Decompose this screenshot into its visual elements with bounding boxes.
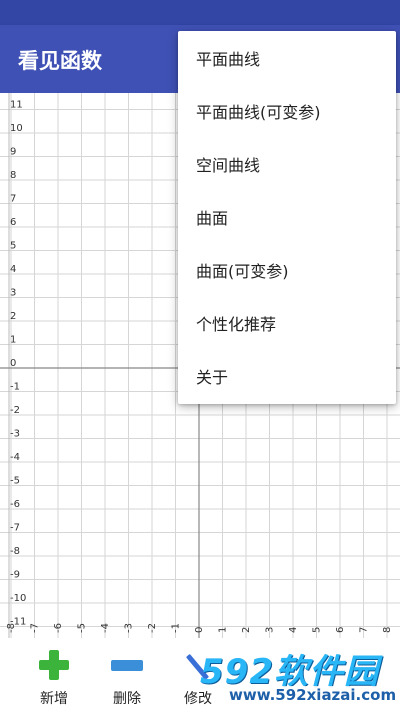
menu-item-surface[interactable]: 曲面	[178, 192, 396, 245]
add-label: 新增	[40, 691, 68, 707]
y-tick-label: -8	[10, 546, 20, 557]
watermark: 592软件园 www.592xiazai.com	[192, 640, 400, 711]
y-tick-label: 3	[10, 288, 16, 299]
menu-item-recommend[interactable]: 个性化推荐	[178, 298, 396, 351]
x-tick-label: 7	[359, 627, 370, 633]
menu-item-surface-param[interactable]: 曲面(可变参)	[178, 245, 396, 298]
x-tick-label: -8	[6, 623, 17, 633]
y-tick-label: 1	[10, 335, 16, 346]
plus-icon	[37, 650, 71, 680]
overflow-menu: 平面曲线 平面曲线(可变参) 空间曲线 曲面 曲面(可变参) 个性化推荐 关于	[178, 31, 396, 404]
y-tick-label: -4	[10, 452, 20, 463]
menu-item-about[interactable]: 关于	[178, 351, 396, 404]
y-tick-label: -6	[10, 499, 20, 510]
y-tick-label: 11	[10, 100, 23, 111]
y-tick-label: 0	[10, 358, 16, 369]
y-tick-label: -10	[10, 593, 26, 604]
y-tick-label: 2	[10, 311, 16, 322]
x-tick-label: 6	[335, 627, 346, 633]
y-tick-label: -2	[10, 405, 20, 416]
menu-item-plane-curve[interactable]: 平面曲线	[178, 33, 396, 86]
x-tick-label: 2	[241, 627, 252, 633]
delete-label: 删除	[113, 691, 141, 707]
y-tick-label: -1	[10, 382, 20, 393]
x-tick-label: -5	[77, 623, 88, 633]
y-tick-label: 7	[10, 194, 16, 205]
y-tick-label: 5	[10, 241, 16, 252]
x-tick-label: 8	[382, 627, 393, 633]
y-tick-label: -7	[10, 523, 20, 534]
add-button[interactable]: 新增	[24, 650, 84, 708]
x-tick-label: -6	[53, 623, 64, 633]
x-tick-label: -7	[30, 623, 41, 633]
status-bar	[0, 0, 400, 25]
x-tick-label: -1	[171, 623, 182, 633]
x-tick-label: 0	[194, 627, 205, 633]
y-tick-label: 4	[10, 264, 16, 275]
menu-item-space-curve[interactable]: 空间曲线	[178, 139, 396, 192]
x-tick-label: 4	[288, 627, 299, 633]
y-tick-label: 10	[10, 123, 23, 134]
y-tick-label: -5	[10, 476, 20, 487]
minus-icon	[110, 650, 144, 680]
x-tick-label: 5	[312, 627, 323, 633]
app-title: 看见函数	[18, 49, 102, 73]
x-tick-label: 1	[218, 627, 229, 633]
delete-button[interactable]: 删除	[97, 650, 157, 708]
x-tick-label: -4	[100, 623, 111, 633]
y-tick-label: 9	[10, 147, 16, 158]
y-tick-label: -3	[10, 429, 20, 440]
y-tick-label: 6	[10, 217, 16, 228]
menu-item-plane-curve-param[interactable]: 平面曲线(可变参)	[178, 86, 396, 139]
y-tick-label: 8	[10, 170, 16, 181]
watermark-url: www.592xiazai.com	[226, 686, 400, 704]
y-tick-label: -9	[10, 570, 20, 581]
x-tick-label: -2	[147, 623, 158, 633]
x-tick-label: -3	[124, 623, 135, 633]
x-tick-label: 3	[265, 627, 276, 633]
